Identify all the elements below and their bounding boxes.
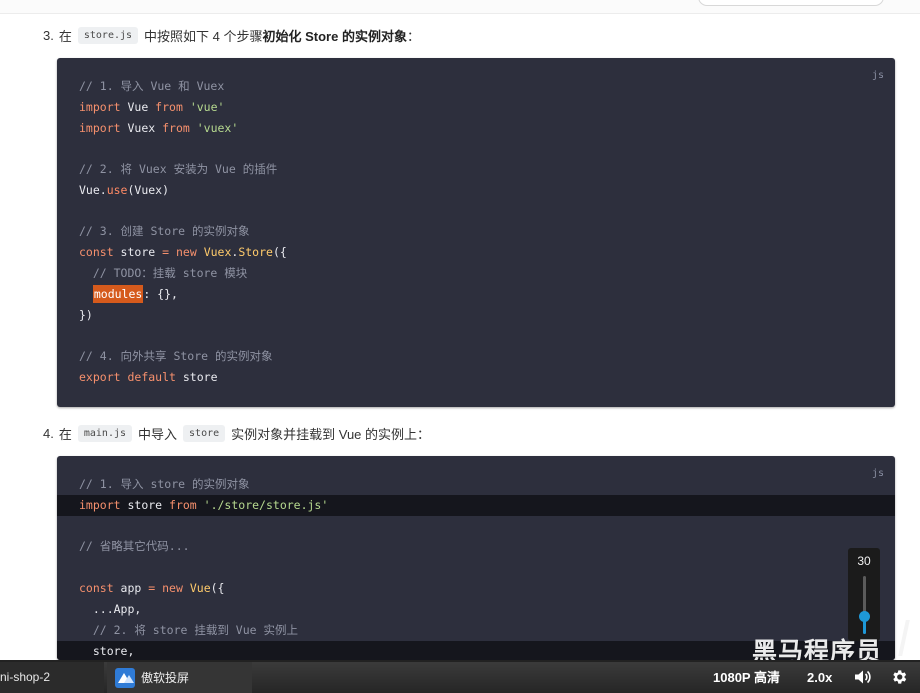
code-line: // 3. 创建 Store 的实例对象: [79, 224, 250, 238]
volume-popup: 30: [848, 548, 880, 641]
taskbar-item-label: 傲软投屏: [141, 671, 190, 685]
code-line: const app = new Vue({: [79, 581, 225, 595]
step-text-pre: 在: [58, 427, 72, 442]
top-strip: [0, 0, 920, 14]
code-line: const store = new Vuex.Store({: [79, 245, 287, 259]
code-block-store-js[interactable]: js // 1. 导入 Vue 和 Vuex import Vue from '…: [57, 58, 895, 407]
inline-code-main-js: main.js: [77, 425, 133, 442]
code-line: import Vuex from 'vuex': [79, 121, 239, 135]
step-text-bold: 初始化 Store 的实例对象: [262, 29, 407, 44]
step-3-text: 3. 在 store.js 中按照如下 4 个步骤 初始化 Store 的实例对…: [43, 26, 420, 45]
step-text-mid: 中按照如下 4 个步骤: [144, 29, 263, 44]
step-number: 3.: [43, 28, 54, 43]
code-line: import Vue from 'vue': [79, 100, 225, 114]
code-line: // 4. 向外共享 Store 的实例对象: [79, 349, 273, 363]
step-text-pre: 在: [58, 29, 72, 44]
step-number: 4.: [43, 426, 54, 441]
code-line: // 2. 将 Vuex 安装为 Vue 的插件: [79, 162, 278, 176]
code-line: // 1. 导入 Vue 和 Vuex: [79, 79, 225, 93]
screen-mirror-app-icon: [115, 667, 135, 688]
watermark-slash: [898, 620, 910, 656]
top-search-box[interactable]: [698, 0, 884, 6]
selected-text: modules: [92, 285, 144, 303]
inline-code-store-js: store.js: [77, 27, 139, 44]
speaker-icon[interactable]: [854, 669, 872, 685]
step-text-end: ：: [406, 29, 420, 44]
code-block-main-js[interactable]: js // 1. 导入 store 的实例对象 import store fro…: [57, 456, 895, 660]
step-text-mid: 中导入: [138, 427, 178, 442]
inline-code-store: store: [183, 425, 226, 442]
code-line: export default store: [79, 370, 218, 384]
volume-slider[interactable]: [859, 576, 870, 634]
code-line: // 1. 导入 store 的实例对象: [79, 477, 250, 491]
code-line: ...App,: [79, 602, 142, 616]
volume-slider-handle[interactable]: [859, 611, 870, 623]
code-line: }): [79, 308, 93, 322]
taskbar-item-shop[interactable]: ni-shop-2: [0, 662, 104, 693]
volume-value: 30: [857, 554, 871, 568]
code-line: // TODO：挂载 store 模块: [79, 266, 248, 280]
code-line: modules: {},: [92, 285, 178, 303]
code-line-highlighted: import store from './store/store.js': [57, 495, 895, 516]
player-control-bar: ni-shop-2 傲软投屏 1080P 高清 2.0x: [0, 660, 920, 693]
gear-icon[interactable]: [890, 668, 908, 686]
quality-button[interactable]: 1080P 高清: [713, 662, 780, 693]
code-line: // 省略其它代码...: [79, 539, 190, 553]
step-text-end: 实例对象并挂载到 Vue 的实例上：: [231, 427, 431, 442]
taskbar-item-screen-mirror[interactable]: 傲软投屏: [107, 662, 252, 693]
code-line: Vue.use(Vuex): [79, 183, 170, 197]
step-4-text: 4. 在 main.js 中导入 store 实例对象并挂载到 Vue 的实例上…: [43, 424, 430, 443]
taskbar-item-label: ni-shop-2: [0, 670, 51, 684]
speed-button[interactable]: 2.0x: [807, 662, 832, 693]
